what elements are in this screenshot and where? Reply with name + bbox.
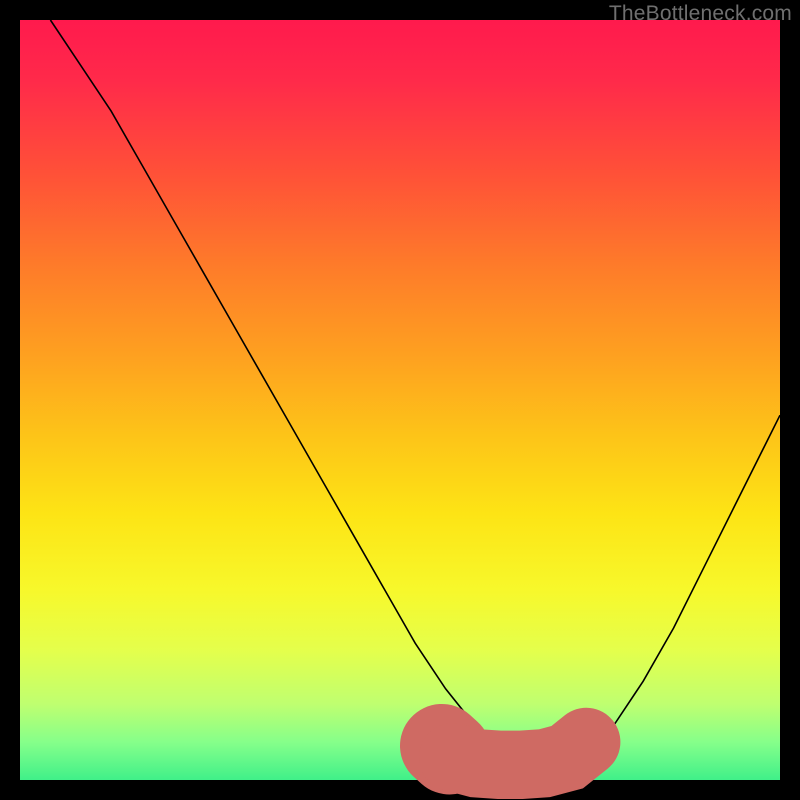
curve-svg <box>20 20 780 780</box>
plot-area <box>20 20 780 780</box>
main-curve <box>50 20 780 765</box>
highlight-segment <box>453 742 586 765</box>
chart-container: TheBottleneck.com <box>0 0 800 800</box>
